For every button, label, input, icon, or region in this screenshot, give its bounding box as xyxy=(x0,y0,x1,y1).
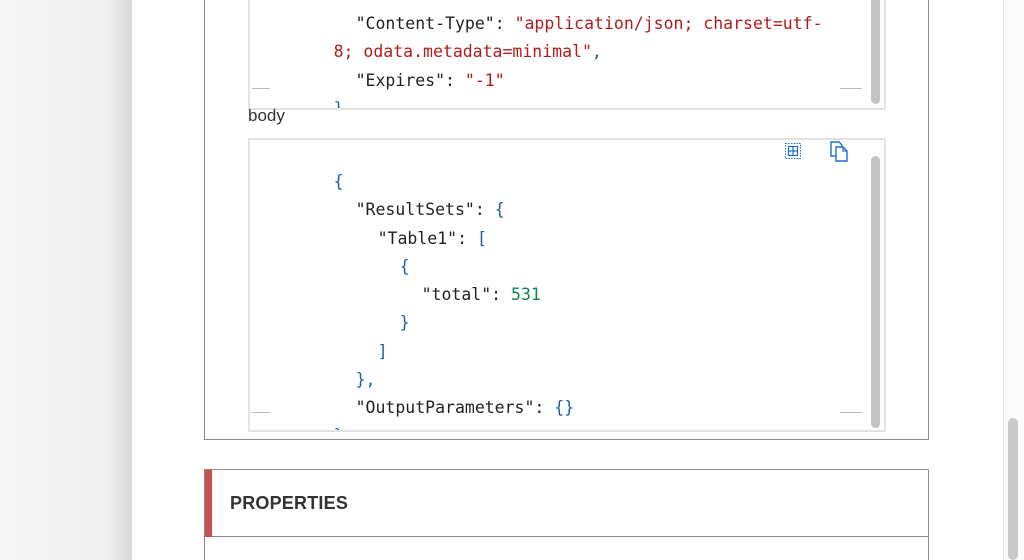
code-line: } xyxy=(333,99,344,110)
left-panel-shadow xyxy=(0,0,132,560)
code-line: 8; odata.metadata=minimal", xyxy=(333,42,602,61)
copy-icon[interactable] xyxy=(828,140,850,162)
code-line: } xyxy=(399,313,410,332)
properties-title: PROPERTIES xyxy=(230,493,349,513)
code-line: { xyxy=(333,172,344,191)
page-scrollbar-thumb[interactable] xyxy=(1008,418,1018,560)
code-line: "Table1": [ xyxy=(377,229,487,248)
headers-code-viewer[interactable]: "Content-Type": "application/json; chars… xyxy=(248,0,886,110)
code-line: "Expires": "-1" xyxy=(355,71,505,90)
code-line: "OutputParameters": {} xyxy=(355,398,575,417)
fold-guide xyxy=(840,412,862,413)
properties-card: PROPERTIES xyxy=(204,469,929,560)
code-line: "Content-Type": "application/json; chars… xyxy=(355,14,823,33)
expand-grid-icon[interactable] xyxy=(782,140,804,162)
code-line: "total": 531 xyxy=(421,285,541,304)
code-line: }, xyxy=(355,370,376,389)
code-line: "ResultSets": { xyxy=(355,200,505,219)
fold-guide xyxy=(840,88,862,89)
body-code-viewer[interactable]: { "ResultSets": { "Table1": [ { "total":… xyxy=(248,138,886,432)
code-line: { xyxy=(399,257,410,276)
fold-guide xyxy=(252,412,270,413)
code-line: } xyxy=(274,394,344,430)
body-label: body xyxy=(248,106,285,125)
body-scrollbar-thumb[interactable] xyxy=(871,156,880,428)
fold-guide xyxy=(252,88,270,89)
properties-header[interactable]: PROPERTIES xyxy=(205,470,928,537)
headers-scrollbar-thumb[interactable] xyxy=(871,0,880,104)
properties-accent-bar xyxy=(205,470,212,537)
code-line: ] xyxy=(377,342,388,361)
